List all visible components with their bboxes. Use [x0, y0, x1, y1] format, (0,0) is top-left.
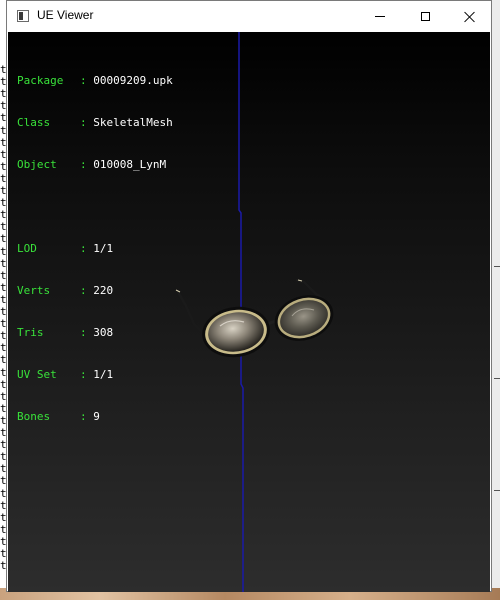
separator: : — [80, 284, 94, 297]
temple-highlight — [175, 289, 181, 293]
lod-label: LOD — [17, 242, 37, 255]
mesh-info-panel: Package: 00009209.upk Class: SkeletalMes… — [17, 46, 173, 452]
lod-value: 1/1 — [93, 242, 114, 255]
package-value: 00009209.upk — [93, 74, 173, 87]
background-tick — [494, 378, 500, 379]
left-temple — [176, 291, 203, 333]
separator: : — [80, 410, 94, 423]
class-value: SkeletalMesh — [93, 116, 173, 129]
info-row-lod: LOD: 1/1 — [17, 242, 173, 256]
bones-value: 9 — [93, 410, 100, 423]
info-row-verts: Verts: 220 — [17, 284, 173, 298]
uvset-value: 1/1 — [93, 368, 114, 381]
separator: : — [80, 158, 94, 171]
separator: : — [80, 326, 94, 339]
class-label: Class — [17, 116, 51, 129]
info-row-tris: Tris: 308 — [17, 326, 173, 340]
object-value: 010008_LynM — [93, 158, 167, 171]
close-button[interactable] — [447, 1, 493, 32]
background-tick — [494, 490, 500, 491]
ue-viewer-window[interactable]: UE Viewer Package: 00009209.upk Class: S… — [6, 0, 492, 592]
glasses-mesh — [175, 278, 334, 358]
tris-value: 308 — [93, 326, 114, 339]
package-label: Package — [17, 74, 64, 87]
maximize-icon — [420, 12, 430, 21]
app-icon[interactable] — [17, 10, 29, 22]
separator: : — [80, 368, 94, 381]
info-row-package: Package: 00009209.upk — [17, 74, 173, 88]
maximize-button[interactable] — [402, 1, 448, 32]
info-spacer — [17, 200, 173, 214]
separator: : — [80, 74, 94, 87]
background-tick — [494, 266, 500, 267]
object-label: Object — [17, 158, 57, 171]
close-icon — [464, 11, 476, 23]
3d-viewport[interactable]: Package: 00009209.upk Class: SkeletalMes… — [8, 32, 490, 592]
separator: : — [80, 116, 94, 129]
info-row-uvset: UV Set: 1/1 — [17, 368, 173, 382]
tris-label: Tris — [17, 326, 44, 339]
title-bar[interactable]: UE Viewer — [7, 1, 491, 32]
info-row-bones: Bones: 9 — [17, 410, 173, 424]
minimize-button[interactable] — [357, 1, 403, 32]
window-title: UE Viewer — [37, 8, 94, 22]
verts-label: Verts — [17, 284, 51, 297]
info-row-class: Class: SkeletalMesh — [17, 116, 173, 130]
info-row-object: Object: 010008_LynM — [17, 158, 173, 172]
uvset-label: UV Set — [17, 368, 57, 381]
separator: : — [80, 242, 94, 255]
verts-value: 220 — [93, 284, 114, 297]
minimize-icon — [375, 16, 385, 17]
bones-label: Bones — [17, 410, 51, 423]
